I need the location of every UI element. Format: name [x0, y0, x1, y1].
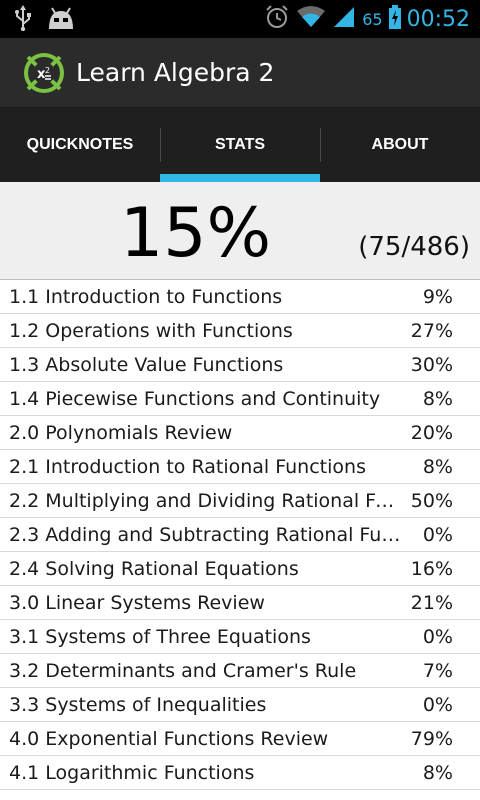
action-bar: x 2 Learn Algebra 2 — [0, 38, 480, 108]
cyanogen-android-icon — [46, 5, 76, 35]
section-name: 4.1 Logarithmic Functions — [9, 761, 255, 784]
section-name: 1.3 Absolute Value Functions — [9, 353, 284, 376]
tab-divider — [160, 128, 161, 162]
section-percent: 20% — [410, 421, 453, 444]
overall-percent: 15% — [120, 194, 272, 273]
section-name: 3.0 Linear Systems Review — [9, 591, 265, 614]
list-item[interactable]: 2.3 Adding and Subtracting Rational Fu… … — [0, 518, 480, 552]
list-item[interactable]: 1.3 Absolute Value Functions 30% — [0, 348, 480, 382]
list-item[interactable]: 2.4 Solving Rational Equations 16% — [0, 552, 480, 586]
status-bar: 65 00:52 — [0, 0, 480, 38]
section-name: 3.1 Systems of Three Equations — [9, 625, 311, 648]
list-item[interactable]: 2.2 Multiplying and Dividing Rational Fu… — [0, 484, 480, 518]
app-logo-icon[interactable]: x 2 — [22, 51, 66, 95]
section-percent: 50% — [410, 489, 453, 512]
overall-progress: 15% (75/486) — [0, 182, 480, 280]
signal-icon — [332, 5, 356, 33]
tab-about[interactable]: ABOUT — [320, 108, 480, 182]
section-percent: 8% — [422, 761, 453, 784]
section-name: 2.0 Polynomials Review — [9, 421, 233, 444]
tab-quicknotes[interactable]: QUICKNOTES — [0, 108, 160, 182]
section-name: 3.3 Systems of Inequalities — [9, 693, 267, 716]
list-item[interactable]: 3.0 Linear Systems Review 21% — [0, 586, 480, 620]
section-list[interactable]: 1.1 Introduction to Functions 9% 1.2 Ope… — [0, 280, 480, 790]
section-percent: 0% — [422, 625, 453, 648]
section-name: 4.0 Exponential Functions Review — [9, 727, 329, 750]
clock: 00:52 — [406, 6, 470, 32]
section-percent: 27% — [410, 319, 453, 342]
battery-level: 65 — [362, 9, 383, 29]
section-percent: 0% — [422, 693, 453, 716]
svg-text:2: 2 — [45, 66, 50, 75]
section-percent: 7% — [422, 659, 453, 682]
battery-charging-icon — [388, 5, 401, 33]
stats-content[interactable]: 15% (75/486) 1.1 Introduction to Functio… — [0, 182, 480, 800]
section-percent: 16% — [410, 557, 453, 580]
section-name: 2.4 Solving Rational Equations — [9, 557, 299, 580]
section-name: 2.3 Adding and Subtracting Rational Fu… — [9, 523, 401, 546]
list-item[interactable]: 1.1 Introduction to Functions 9% — [0, 280, 480, 314]
section-name: 3.2 Determinants and Cramer's Rule — [9, 659, 357, 682]
tab-label: ABOUT — [371, 136, 429, 153]
section-name: 1.1 Introduction to Functions — [9, 285, 283, 308]
tab-stats[interactable]: STATS — [160, 108, 320, 182]
list-item[interactable]: 1.4 Piecewise Functions and Continuity 8… — [0, 382, 480, 416]
section-name: 1.4 Piecewise Functions and Continuity — [9, 387, 381, 410]
app-title: Learn Algebra 2 — [76, 58, 275, 87]
tab-label: STATS — [214, 136, 266, 153]
usb-icon — [14, 5, 32, 35]
tab-label: QUICKNOTES — [26, 136, 134, 153]
list-item[interactable]: 2.0 Polynomials Review 20% — [0, 416, 480, 450]
section-percent: 30% — [410, 353, 453, 376]
section-name: 1.2 Operations with Functions — [9, 319, 293, 342]
section-percent: 9% — [422, 285, 453, 308]
alarm-icon — [264, 4, 290, 34]
section-percent: 79% — [410, 727, 453, 750]
list-item[interactable]: 4.0 Exponential Functions Review 79% — [0, 722, 480, 756]
overall-count: (75/486) — [358, 232, 470, 262]
list-item[interactable]: 4.1 Logarithmic Functions 8% — [0, 756, 480, 790]
tab-divider — [320, 128, 321, 162]
wifi-icon — [296, 5, 326, 33]
list-item[interactable]: 2.1 Introduction to Rational Functions 8… — [0, 450, 480, 484]
tab-bar: QUICKNOTES STATS ABOUT — [0, 108, 480, 182]
list-item[interactable]: 1.2 Operations with Functions 27% — [0, 314, 480, 348]
section-percent: 8% — [422, 455, 453, 478]
section-name: 2.2 Multiplying and Dividing Rational Fu… — [9, 489, 401, 512]
section-name: 2.1 Introduction to Rational Functions — [9, 455, 366, 478]
list-item[interactable]: 3.3 Systems of Inequalities 0% — [0, 688, 480, 722]
section-percent: 8% — [422, 387, 453, 410]
section-percent: 21% — [410, 591, 453, 614]
active-tab-indicator — [160, 174, 320, 182]
list-item[interactable]: 3.2 Determinants and Cramer's Rule 7% — [0, 654, 480, 688]
section-percent: 0% — [422, 523, 453, 546]
list-item[interactable]: 3.1 Systems of Three Equations 0% — [0, 620, 480, 654]
